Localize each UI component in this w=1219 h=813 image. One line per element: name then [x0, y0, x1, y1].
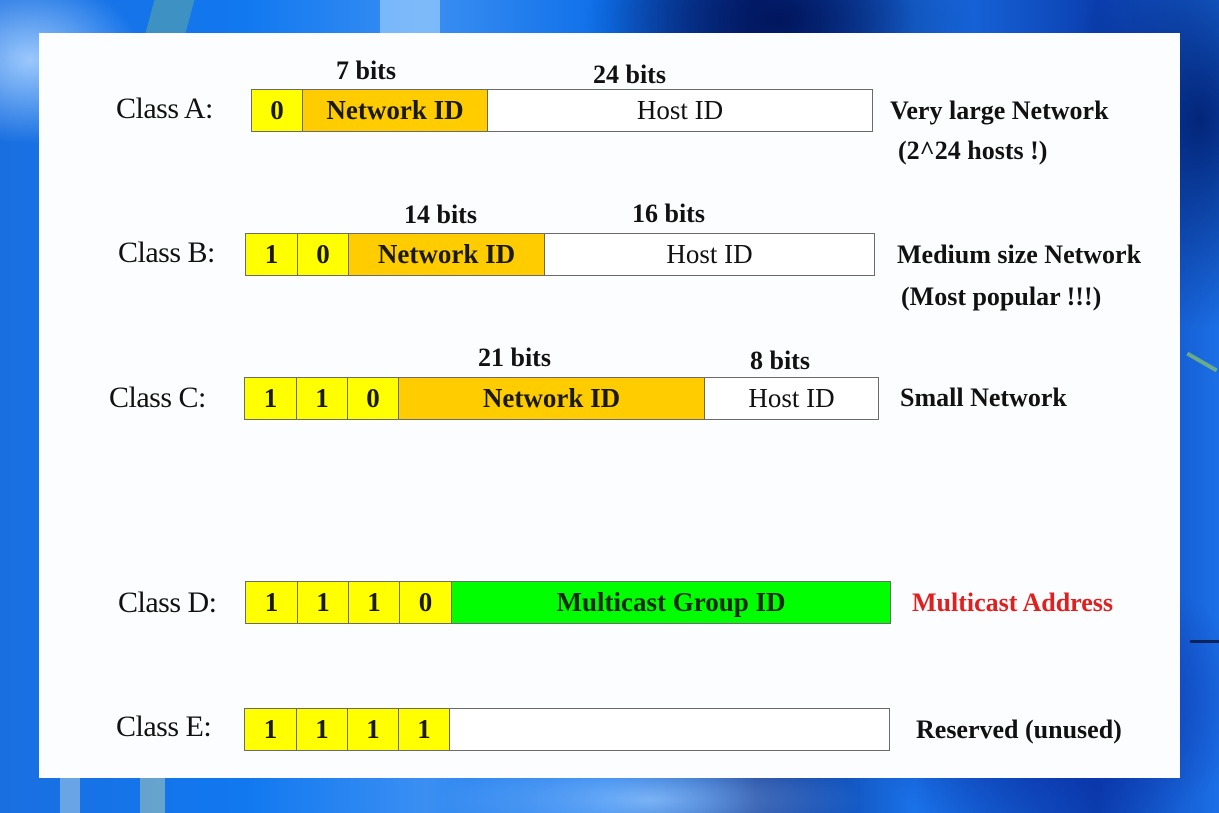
class-c-description: Small Network — [900, 378, 1067, 418]
background-decoration — [60, 778, 80, 813]
class-e-fixed-bit: 1 — [399, 709, 450, 750]
class-b-host-id-field: Host ID — [545, 234, 874, 275]
class-a-host-bits-label: 24 bits — [593, 60, 666, 89]
class-b-network-bits-label: 14 bits — [404, 200, 477, 229]
class-e-address-bar: 1 1 1 1 — [244, 708, 890, 751]
class-c-fixed-bit: 1 — [297, 378, 348, 419]
background-decoration — [1190, 640, 1219, 643]
class-b-fixed-bit: 1 — [246, 234, 298, 275]
class-d-description: Multicast Address — [912, 583, 1113, 623]
class-e-fixed-bit: 1 — [245, 709, 297, 750]
class-e-fixed-bit: 1 — [297, 709, 348, 750]
class-a-address-bar: 0 Network ID Host ID — [251, 89, 873, 132]
class-d-multicast-group-id-field: Multicast Group ID — [452, 582, 890, 623]
class-a-description-note: (2^24 hosts !) — [898, 136, 1048, 165]
class-a-host-id-field: Host ID — [488, 90, 872, 131]
class-d-address-bar: 1 1 1 0 Multicast Group ID — [245, 581, 891, 624]
class-e-fixed-bit: 1 — [348, 709, 399, 750]
background-decoration — [1186, 351, 1218, 373]
class-b-description-line: Medium size Network — [897, 240, 1142, 269]
class-e-description-line: Reserved (unused) — [916, 715, 1122, 744]
class-d-fixed-bit: 0 — [400, 582, 452, 623]
class-d-label: Class D: — [118, 586, 217, 619]
class-b-network-id-field: Network ID — [349, 234, 545, 275]
ip-address-classes-slide: 7 bits 24 bits Class A: 0 Network ID Hos… — [39, 33, 1180, 778]
class-e-reserved-field — [450, 709, 889, 750]
class-c-address-bar: 1 1 0 Network ID Host ID — [244, 377, 879, 420]
class-c-fixed-bit: 0 — [348, 378, 399, 419]
class-d-description-line: Multicast Address — [912, 588, 1114, 617]
background-decoration — [380, 0, 440, 33]
class-b-address-bar: 1 0 Network ID Host ID — [245, 233, 875, 276]
background-decoration — [140, 778, 165, 813]
class-b-host-bits-label: 16 bits — [632, 199, 705, 228]
class-d-fixed-bit: 1 — [298, 582, 349, 623]
class-a-network-bits-label: 7 bits — [336, 56, 396, 85]
class-b-label: Class B: — [118, 236, 215, 269]
class-c-description-line: Small Network — [900, 383, 1067, 412]
class-a-description-line: Very large Network — [890, 96, 1109, 125]
class-c-fixed-bit: 1 — [245, 378, 297, 419]
class-c-host-bits-label: 8 bits — [750, 346, 810, 375]
class-a-network-id-field: Network ID — [303, 90, 488, 131]
class-e-label: Class E: — [116, 710, 212, 743]
class-a-description: Very large Network (2^24 hosts !) — [890, 91, 1109, 171]
class-a-fixed-bit: 0 — [252, 90, 303, 131]
class-c-network-id-field: Network ID — [399, 378, 705, 419]
class-d-fixed-bit: 1 — [246, 582, 298, 623]
class-b-fixed-bit: 0 — [298, 234, 349, 275]
class-b-description: Medium size Network (Most popular !!!) — [897, 235, 1141, 317]
class-c-host-id-field: Host ID — [705, 378, 878, 419]
class-e-description: Reserved (unused) — [916, 710, 1122, 750]
class-a-label: Class A: — [116, 92, 213, 125]
class-c-label: Class C: — [109, 381, 206, 414]
class-b-description-note: (Most popular !!!) — [901, 282, 1102, 311]
class-c-network-bits-label: 21 bits — [478, 343, 551, 372]
class-d-fixed-bit: 1 — [349, 582, 400, 623]
background-decoration — [145, 0, 195, 33]
